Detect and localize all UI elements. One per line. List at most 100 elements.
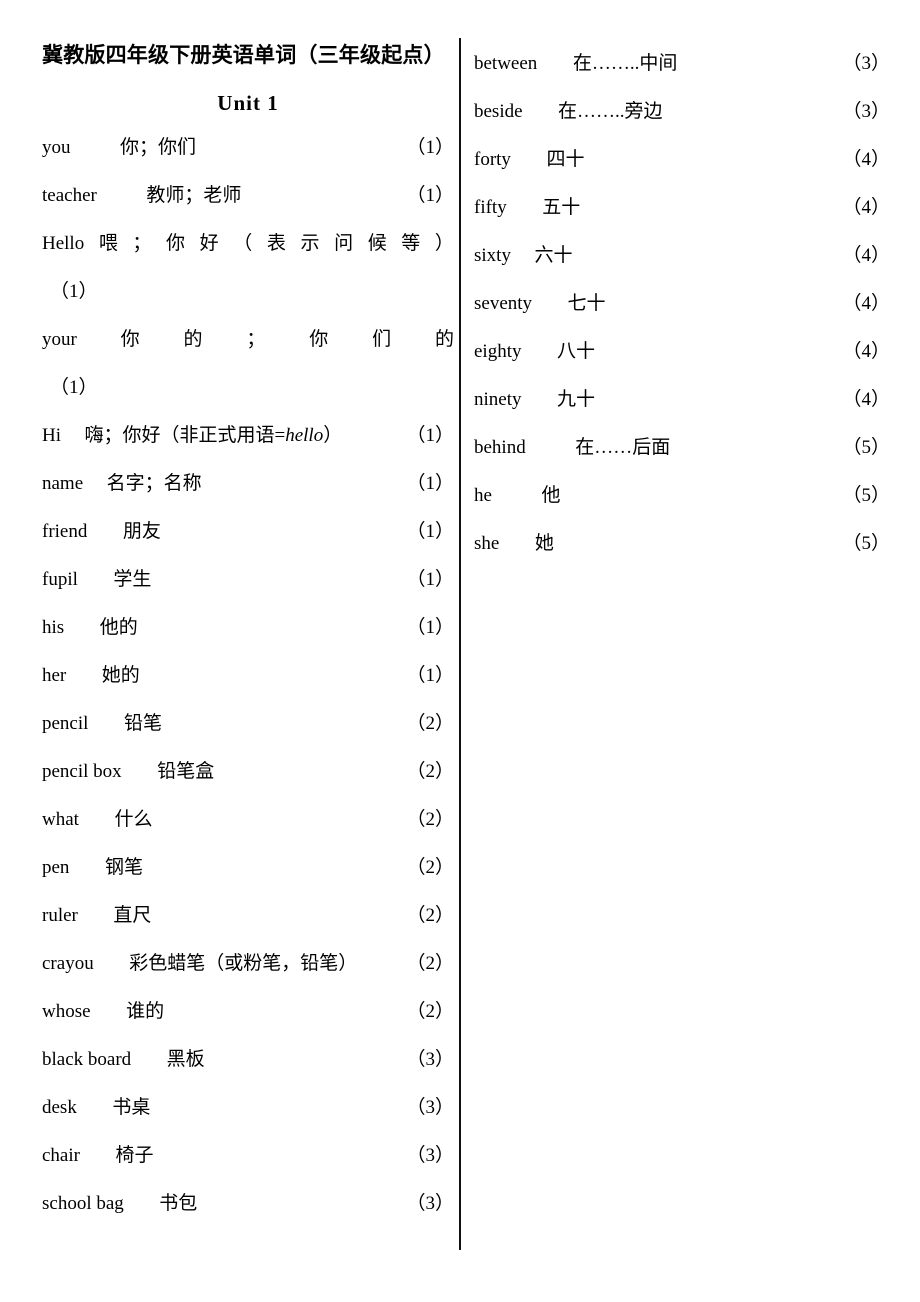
vocab-entry-friend: friend 朋友 （1） xyxy=(42,508,454,556)
vocab-term: eighty xyxy=(474,341,522,362)
vocab-page-ref: （1） xyxy=(406,521,454,542)
vocab-term: behind xyxy=(474,437,526,458)
vocab-term: friend xyxy=(42,521,88,542)
vocab-meaning: 八十 xyxy=(557,341,596,362)
vocab-entry-his: his 他的 （1） xyxy=(42,604,454,652)
vocab-term: chair xyxy=(42,1145,80,1166)
vocab-entry-pencil: pencil 铅笔 （2） xyxy=(42,700,454,748)
vocab-term: your xyxy=(42,329,77,350)
vocab-page-ref: （3） xyxy=(842,101,890,122)
vocab-meaning: 在……后面 xyxy=(575,437,671,458)
vocab-page-ref: （3） xyxy=(406,1145,454,1166)
vocab-meaning: 在……..中间 xyxy=(572,53,678,74)
vocab-page-ref: （3） xyxy=(406,1049,454,1070)
vocab-term: pencil xyxy=(42,713,89,734)
vocab-term: sixty xyxy=(474,245,511,266)
vocab-meaning-char: 好 xyxy=(199,233,219,254)
vocab-meaning-char: 问 xyxy=(334,233,354,254)
vocab-page-ref: （2） xyxy=(406,713,454,734)
vocab-meaning: 学生 xyxy=(113,569,152,590)
vocab-entry-fifty: fifty 五十 （4） xyxy=(474,184,890,232)
vocab-entry-behind: behind 在……后面 （5） xyxy=(474,424,890,472)
vocab-page-ref: （5） xyxy=(842,437,890,458)
vocab-term: black board xyxy=(42,1049,132,1070)
vocab-term: you xyxy=(42,137,71,158)
vocab-meaning: 彩色蜡笔（或粉笔，铅笔） xyxy=(129,953,358,974)
vocab-page-ref: （1） xyxy=(406,425,454,446)
column-divider xyxy=(459,38,461,1250)
vocab-page-ref: （3） xyxy=(406,1193,454,1214)
vocab-meaning: 直尺 xyxy=(113,905,152,926)
vocab-meaning: 她 xyxy=(534,533,554,554)
vocab-entry-whose: whose 谁的 （2） xyxy=(42,988,454,1036)
vocab-term: forty xyxy=(474,149,511,170)
vocab-term: beside xyxy=(474,101,523,122)
vocab-meaning-char: 们 xyxy=(372,329,392,350)
vocab-page-ref: （1） xyxy=(406,617,454,638)
vocab-meaning: 在……..旁边 xyxy=(558,101,663,122)
vocab-meaning-char: 你 xyxy=(309,329,329,350)
vocab-term: pen xyxy=(42,857,70,878)
vocab-entry-crayou: crayou 彩色蜡笔（或粉笔，铅笔） （2） xyxy=(42,940,454,988)
vocab-meaning: 黑板 xyxy=(166,1049,205,1070)
vocab-entry-ninety: ninety 九十 （4） xyxy=(474,376,890,424)
vocab-meaning-suffix: ） xyxy=(323,425,343,446)
vocab-meaning: 铅笔 xyxy=(123,713,162,734)
vocab-entry-forty: forty 四十 （4） xyxy=(474,136,890,184)
vocab-term: desk xyxy=(42,1097,77,1118)
vocab-meaning-char: ； xyxy=(246,329,266,350)
vocab-page-ref: （1） xyxy=(50,377,98,398)
vocab-entry-your: your 你 的 ； 你 们 的 （1） xyxy=(42,316,454,412)
left-column: 冀教版四年级下册英语单词（三年级起点） Unit 1 you 你；你们 （1） … xyxy=(42,40,454,1228)
vocab-entry-fupil: fupil 学生 （1） xyxy=(42,556,454,604)
vocab-meaning-char: 你 xyxy=(120,329,140,350)
vocab-term: school bag xyxy=(42,1193,124,1214)
vocab-meaning: 什么 xyxy=(114,809,153,830)
vocab-meaning: 五十 xyxy=(542,197,581,218)
vocab-page-ref: （5） xyxy=(842,485,890,506)
vocab-term: fupil xyxy=(42,569,78,590)
vocab-meaning-char: 的 xyxy=(434,329,454,350)
vocab-meaning: 教师；老师 xyxy=(146,185,242,206)
vocab-entry-seventy: seventy 七十 （4） xyxy=(474,280,890,328)
vocab-entry-school-bag: school bag 书包 （3） xyxy=(42,1180,454,1228)
vocab-page-ref: （1） xyxy=(406,473,454,494)
vocab-page-ref: （4） xyxy=(842,245,890,266)
vocab-term: ninety xyxy=(474,389,522,410)
vocab-entry-hello: Hello 喂 ； 你 好 （ 表 示 问 候 等 ） （1） xyxy=(42,220,454,316)
vocab-meaning: 书包 xyxy=(159,1193,198,1214)
vocab-term: fifty xyxy=(474,197,507,218)
vocab-term: he xyxy=(474,485,492,506)
vocab-page-ref: （1） xyxy=(406,137,454,158)
vocab-entry-name: name 名字；名称 （1） xyxy=(42,460,454,508)
vocab-meaning: 朋友 xyxy=(122,521,161,542)
vocab-entry-desk: desk 书桌 （3） xyxy=(42,1084,454,1132)
vocab-term: teacher xyxy=(42,185,97,206)
vocab-page-ref: （1） xyxy=(406,665,454,686)
vocab-term: whose xyxy=(42,1001,91,1022)
vocab-page-ref: （4） xyxy=(842,341,890,362)
vocab-meaning: 七十 xyxy=(567,293,606,314)
vocab-page-ref: （2） xyxy=(406,809,454,830)
vocab-meaning: 谁的 xyxy=(126,1001,165,1022)
vocab-meaning: 你；你们 xyxy=(120,137,197,158)
vocab-page-ref: （2） xyxy=(406,953,454,974)
vocab-entry-sixty: sixty 六十 （4） xyxy=(474,232,890,280)
vocab-page-ref: （3） xyxy=(842,53,890,74)
vocab-term: what xyxy=(42,809,79,830)
vocabulary-list-page: 冀教版四年级下册英语单词（三年级起点） Unit 1 you 你；你们 （1） … xyxy=(0,0,920,1302)
vocab-meaning-char: （ xyxy=(233,233,253,254)
vocab-page-ref: （1） xyxy=(406,569,454,590)
vocab-page-ref: （2） xyxy=(406,857,454,878)
vocab-term: Hi xyxy=(42,425,61,446)
vocab-meaning-char: ） xyxy=(434,233,454,254)
vocab-page-ref: （4） xyxy=(842,149,890,170)
vocab-entry-hi: Hi 嗨；你好（非正式用语=hello） （1） xyxy=(42,412,454,460)
vocab-entry-what: what 什么 （2） xyxy=(42,796,454,844)
vocab-meaning-prefix: 嗨；你好（非正式用语= xyxy=(84,425,286,446)
vocab-meaning-char: ； xyxy=(132,233,152,254)
vocab-term: seventy xyxy=(474,293,533,314)
vocab-meaning-char: 等 xyxy=(401,233,421,254)
vocab-meaning: 四十 xyxy=(546,149,585,170)
vocab-entry-ruler: ruler 直尺 （2） xyxy=(42,892,454,940)
